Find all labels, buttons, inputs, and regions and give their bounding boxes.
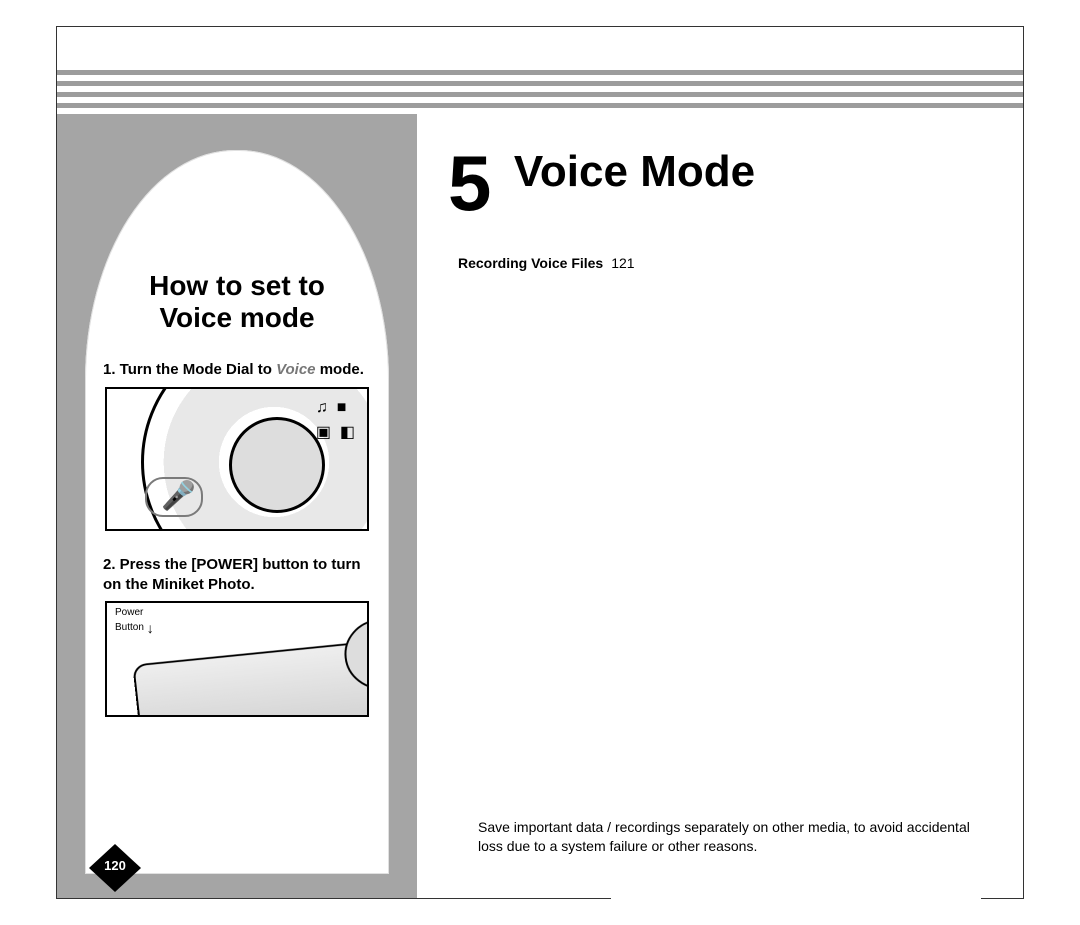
power-label-line2: Button	[115, 622, 144, 633]
power-label-line1: Power	[115, 607, 143, 618]
chapter-title: Voice Mode	[514, 152, 755, 192]
chapter-number: 5	[448, 152, 491, 214]
panel-title: How to set to Voice mode	[103, 270, 371, 334]
left-column: How to set to Voice mode 1. Turn the Mod…	[57, 114, 417, 898]
camera-illustration	[132, 639, 369, 717]
step-1: 1. Turn the Mode Dial to Voice mode.	[103, 360, 371, 380]
microphone-icon: 🎤	[161, 479, 196, 512]
down-arrow-icon: ↓	[147, 620, 154, 636]
panel-title-line1: How to set to	[149, 270, 325, 301]
header-stripes	[57, 70, 1023, 114]
step-2: 2. Press the [POWER] button to turn on t…	[103, 555, 371, 596]
chapter-heading: 5 Voice Mode	[448, 152, 755, 214]
dial-mode-icons: ♫ ■ ▣ ◧	[316, 395, 355, 446]
power-button-figure: Power Button ↓	[105, 601, 369, 717]
chapter-panel: 5 Voice Mode Recording Voice Files121Rec…	[418, 114, 1023, 898]
power-button-label: Power Button ↓	[115, 607, 154, 633]
step-1-suffix: mode.	[316, 361, 364, 378]
step-1-emphasis: Voice	[276, 361, 315, 378]
step-1-prefix: 1. Turn the Mode Dial to	[103, 361, 276, 378]
panel-title-line2: Voice mode	[159, 302, 314, 333]
page-number: 120	[87, 858, 143, 873]
mode-dial-figure: ♫ ■ ▣ ◧ 🎤	[105, 387, 369, 531]
page-number-badge: 120	[87, 842, 143, 894]
how-to-panel: How to set to Voice mode 1. Turn the Mod…	[85, 150, 389, 874]
dial-center-icon	[229, 417, 325, 513]
footer-note: Save important data / recordings separat…	[478, 818, 981, 856]
toc-label: Recording Voice Files	[458, 255, 603, 271]
manual-page: { "lang_label": "ENGLISH", "page_number"…	[0, 0, 1080, 925]
